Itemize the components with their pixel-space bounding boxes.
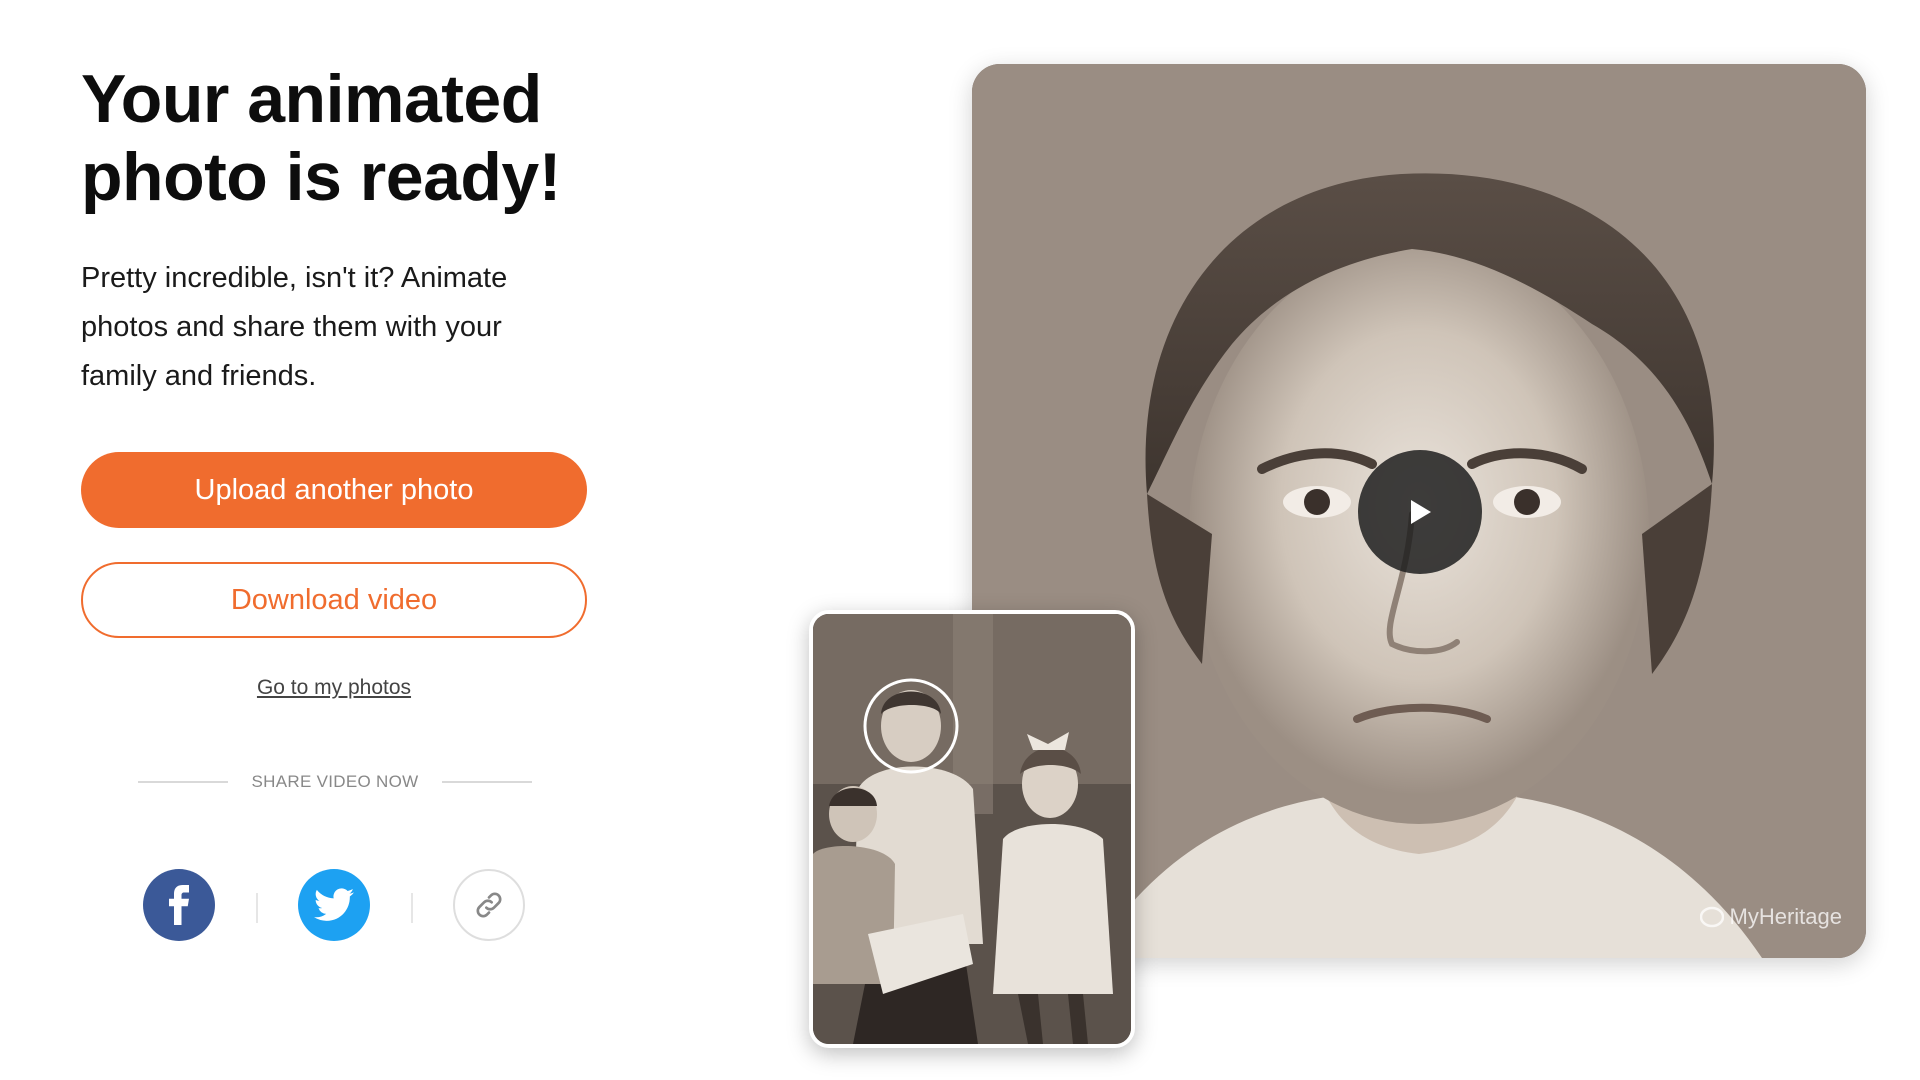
share-label: SHARE VIDEO NOW (251, 772, 419, 791)
social-share-buttons (143, 869, 529, 941)
twitter-share-button[interactable] (298, 869, 370, 941)
upload-another-photo-button[interactable]: Upload another photo (81, 452, 587, 528)
watermark: MyHeritage (1699, 904, 1842, 930)
page: Your animated photo is ready! Pretty inc… (0, 0, 1920, 1080)
facebook-icon (169, 885, 189, 925)
watermark-logo-icon (1699, 906, 1724, 928)
original-photo-thumbnail[interactable] (809, 610, 1135, 1048)
social-separator (256, 893, 258, 923)
share-divider-left-line (138, 781, 228, 783)
facebook-share-button[interactable] (143, 869, 215, 941)
go-to-my-photos-link[interactable]: Go to my photos (81, 676, 587, 700)
title-line-1: Your animated (81, 61, 542, 137)
share-divider-right-line (442, 781, 532, 783)
play-button[interactable] (1358, 450, 1482, 574)
copy-link-button[interactable] (453, 869, 525, 941)
page-title: Your animated photo is ready! (81, 60, 591, 216)
share-divider: SHARE VIDEO NOW (138, 772, 532, 792)
play-icon (1411, 500, 1431, 524)
original-family-photo (813, 614, 1131, 1044)
title-line-2: photo is ready! (81, 139, 561, 215)
download-video-button[interactable]: Download video (81, 562, 587, 638)
watermark-text: MyHeritage (1729, 904, 1842, 929)
subtitle-text: Pretty incredible, isn't it? Animate pho… (81, 262, 508, 392)
social-separator (411, 893, 413, 923)
link-icon (476, 892, 502, 918)
twitter-icon (314, 888, 354, 921)
result-panel: Your animated photo is ready! Pretty inc… (81, 60, 591, 941)
